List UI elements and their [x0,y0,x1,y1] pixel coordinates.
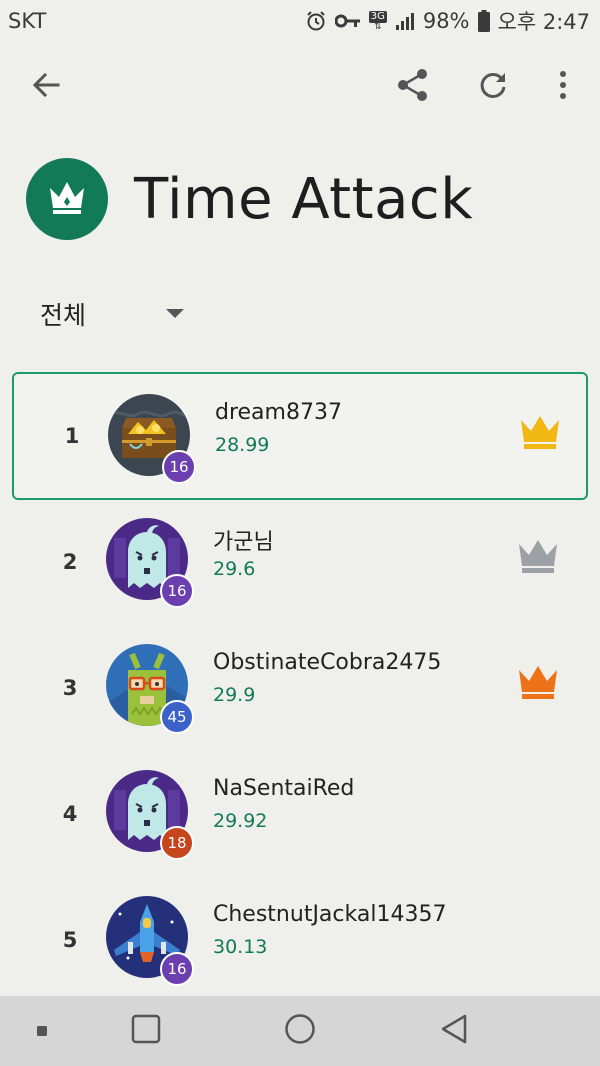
dropdown-arrow-icon [166,309,184,318]
crown-icon [47,180,87,218]
more-options-button[interactable] [533,52,593,122]
home-button[interactable] [260,996,340,1066]
rank-number: 3 [62,676,78,700]
level-badge: 16 [160,952,194,986]
more-vert-icon [559,70,567,104]
back-triangle-icon [439,1013,469,1049]
network-label: 3G [368,10,387,23]
player-score: 29.9 [213,684,256,706]
level-badge: 18 [160,826,194,860]
overview-button[interactable] [106,996,186,1066]
recents-dot-icon [36,1022,48,1041]
leaderboard-badge [26,158,108,240]
player-score: 29.6 [213,558,256,580]
home-circle-icon [284,1013,316,1049]
signal-icon [395,11,415,31]
player-score: 29.92 [213,810,268,832]
leaderboard-row[interactable]: 1 16 dream8737 28.99 [12,372,588,500]
silver-crown-icon [517,538,559,578]
page-header: Time Attack [26,158,473,240]
leaderboard-row[interactable]: 4 18 NaSentaiRed 29.92 [12,750,588,878]
nav-back-button[interactable] [414,996,494,1066]
rank-number: 5 [62,928,78,952]
filter-selected-label: 전체 [40,301,87,330]
key-icon [334,13,361,29]
level-badge: 16 [160,574,194,608]
refresh-icon [478,70,508,104]
bronze-crown-icon [517,664,559,704]
page-title: Time Attack [134,166,474,232]
player-name: NaSentaiRed [213,776,355,801]
back-button[interactable] [16,52,76,122]
battery-percent: 98% [422,9,470,33]
rank-number: 1 [64,424,80,448]
level-badge: 16 [162,450,196,484]
level-badge: 45 [160,700,194,734]
app-bar [0,52,600,122]
back-arrow-icon [31,70,61,104]
filter-dropdown[interactable]: 전체 [40,290,200,338]
rank-number: 2 [62,550,78,574]
alarm-icon [305,10,327,32]
share-icon [396,68,430,106]
player-name: ObstinateCobra2475 [213,650,442,675]
gold-crown-icon [519,414,561,454]
player-name: dream8737 [215,400,342,425]
clock: 오후 2:47 [497,10,590,34]
rank-number: 4 [62,802,78,826]
battery-icon [477,10,490,32]
status-bar: SKT 3G ⇅ 98% 오후 2:47 [0,0,600,42]
player-score: 30.13 [213,936,268,958]
leaderboard-row[interactable]: 2 16 가군님 29.6 [12,498,588,626]
recents-dot-button[interactable] [2,996,82,1066]
overview-square-icon [131,1014,161,1048]
leaderboard-row[interactable]: 3 45 ObstinateCobra2475 29.9 [12,624,588,752]
player-score: 28.99 [215,434,270,456]
player-name: ChestnutJackal14357 [213,902,447,927]
leaderboard-row[interactable]: 5 16 ChestnutJackal14357 30.13 [12,876,588,1004]
player-name: 가군님 [213,530,274,555]
share-button[interactable] [383,52,443,122]
network-3g-icon: 3G ⇅ [368,10,387,32]
carrier-label: SKT [8,9,47,33]
refresh-button[interactable] [463,52,523,122]
system-nav-bar [0,996,600,1066]
